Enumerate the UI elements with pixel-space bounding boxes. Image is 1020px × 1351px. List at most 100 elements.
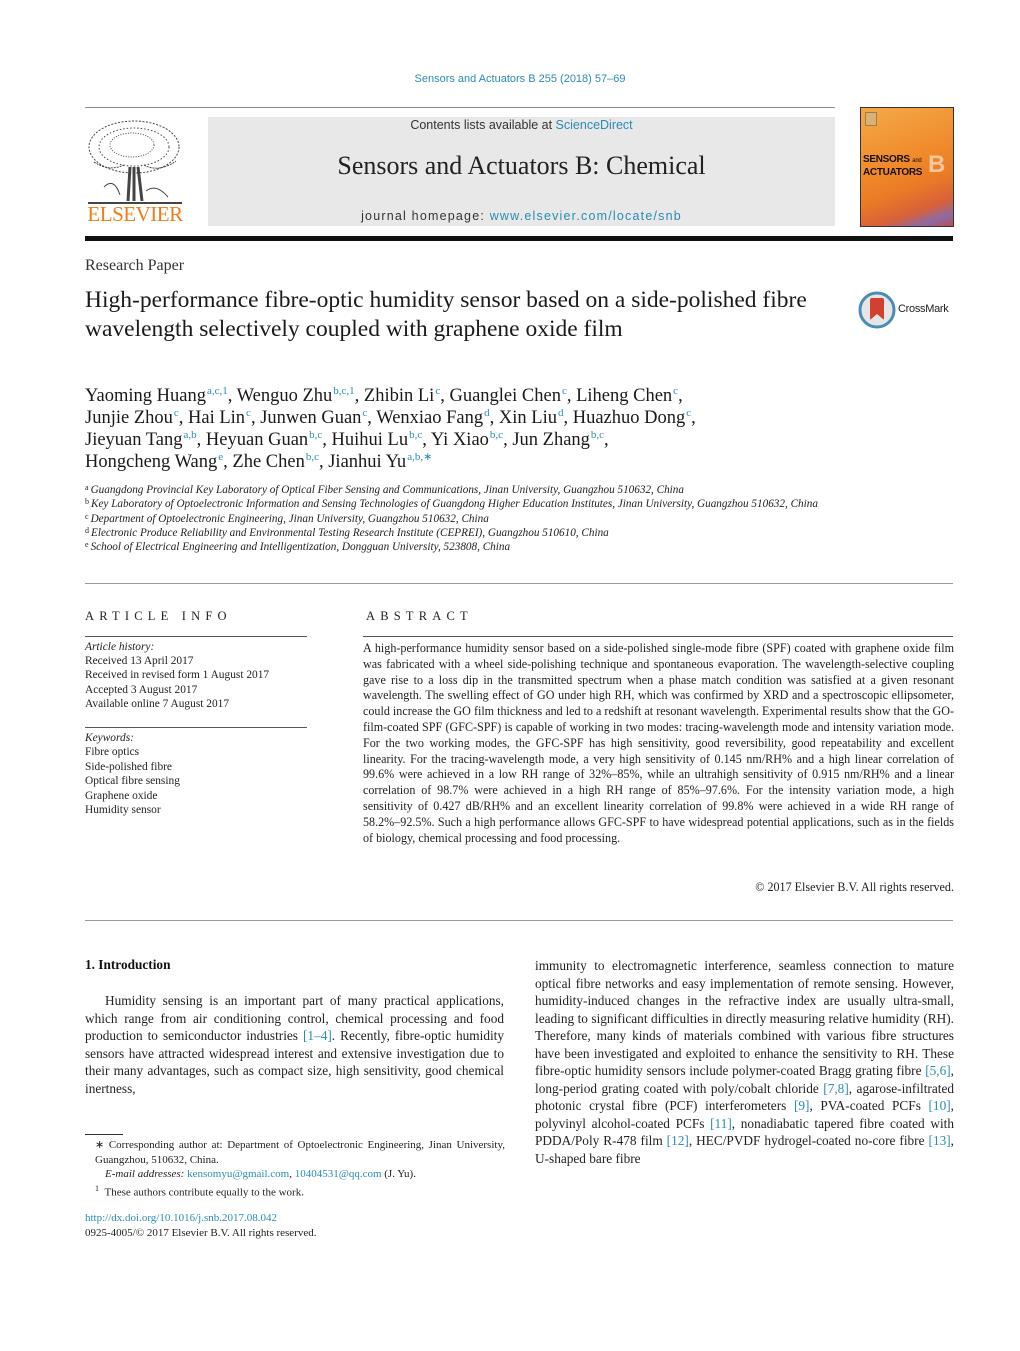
- author-list: Yaoming Huanga,c,1, Wenguo Zhub,c,1, Zhi…: [85, 385, 696, 473]
- header-thick-divider: [85, 236, 953, 241]
- affiliation-marker[interactable]: a,b,∗: [407, 451, 432, 463]
- elsevier-logo[interactable]: ELSEVIER: [84, 117, 186, 227]
- citation-link[interactable]: [12]: [667, 1133, 689, 1148]
- email-link-2[interactable]: 10404531@qq.com: [295, 1168, 382, 1180]
- author-name[interactable]: Jieyuan Tanga,b: [85, 429, 197, 451]
- author-name[interactable]: Jun Zhangb,c: [512, 429, 604, 451]
- author-name[interactable]: Hongcheng Wange: [85, 451, 223, 473]
- contents-prefix: Contents lists available at: [410, 118, 556, 132]
- crossmark-button[interactable]: CrossMark: [858, 290, 958, 330]
- affiliation-item: d Electronic Produce Reliability and Envi…: [85, 525, 609, 539]
- affiliation-marker[interactable]: b,c: [409, 429, 422, 441]
- cover-letter: B: [928, 151, 946, 178]
- author-name[interactable]: Zhibin Lic: [364, 385, 440, 407]
- citation-link[interactable]: [1–4]: [303, 1028, 332, 1043]
- affiliation-marker[interactable]: c: [362, 407, 367, 419]
- author-name[interactable]: Guanglei Chenc: [449, 385, 567, 407]
- affiliation-marker[interactable]: b,c: [306, 451, 319, 463]
- affiliation-item: c Department of Optoelectronic Engineerin…: [85, 511, 489, 525]
- history-item: Received 13 April 2017: [85, 655, 194, 668]
- affiliation-marker[interactable]: e: [218, 451, 223, 463]
- abstract-text: A high-performance humidity sensor based…: [363, 641, 954, 845]
- section-heading-introduction: 1. Introduction: [85, 957, 171, 972]
- citation-link[interactable]: [9]: [794, 1098, 810, 1113]
- journal-citation-link[interactable]: Sensors and Actuators B 255 (2018) 57–69: [0, 73, 1020, 85]
- cover-publisher-icon: [865, 112, 877, 126]
- citation-link[interactable]: [7,8]: [823, 1081, 848, 1096]
- homepage-prefix: journal homepage:: [361, 209, 490, 223]
- author-name[interactable]: Jianhui Yua,b,∗: [328, 451, 432, 473]
- keyword-item[interactable]: Optical fibre sensing: [85, 774, 180, 788]
- article-history: Article history: Received 13 April 2017 R…: [85, 640, 269, 711]
- affiliation-marker[interactable]: c: [435, 385, 440, 397]
- crossmark-label: CrossMark: [898, 303, 949, 315]
- citation-link[interactable]: [11]: [710, 1116, 732, 1131]
- keyword-item[interactable]: Side-polished fibre: [85, 760, 180, 774]
- homepage-line: journal homepage: www.elsevier.com/locat…: [208, 209, 835, 223]
- author-name[interactable]: Yaoming Huanga,c,1: [85, 385, 228, 407]
- header-divider: [85, 107, 835, 108]
- keyword-item[interactable]: Humidity sensor: [85, 803, 180, 817]
- author-name[interactable]: Huihui Lub,c: [332, 429, 423, 451]
- affiliation-marker[interactable]: c: [174, 407, 179, 419]
- author-name[interactable]: Yi Xiaob,c: [431, 429, 503, 451]
- author-name[interactable]: Hai Linc: [188, 407, 251, 429]
- journal-cover-image[interactable]: SENSORS and ACTUATORS B: [860, 107, 954, 227]
- journal-homepage-link[interactable]: www.elsevier.com/locate/snb: [490, 209, 682, 223]
- footnote-divider: [85, 1134, 123, 1135]
- article-info-heading: ARTICLE INFO: [85, 609, 232, 623]
- section-divider: [85, 583, 953, 584]
- citation-link[interactable]: [13]: [929, 1133, 951, 1148]
- email-suffix: (J. Yu).: [381, 1168, 416, 1180]
- keywords: Keywords: Fibre optics Side-polished fibr…: [85, 731, 180, 817]
- email-note: E-mail addresses: kensomyu@gmail.com, 10…: [85, 1167, 505, 1182]
- equal-contribution-note: 1 These authors contribute equally to th…: [85, 1182, 505, 1200]
- abstract-heading: ABSTRACT: [366, 609, 473, 623]
- affiliation-marker[interactable]: a,b: [184, 429, 197, 441]
- author-name[interactable]: Zhe Chenb,c: [232, 451, 319, 473]
- doi-block: http://dx.doi.org/10.1016/j.snb.2017.08.…: [85, 1211, 317, 1240]
- article-title: High-performance fibre-optic humidity se…: [85, 287, 807, 342]
- abstract-copyright: © 2017 Elsevier B.V. All rights reserved…: [755, 880, 954, 894]
- elsevier-tree-icon: [88, 120, 182, 204]
- author-name[interactable]: Xin Liud: [499, 407, 564, 429]
- keyword-item[interactable]: Graphene oxide: [85, 789, 180, 803]
- affiliation-marker[interactable]: c: [673, 385, 678, 397]
- author-name[interactable]: Huazhuo Dongc: [573, 407, 691, 429]
- affiliation-item: b Key Laboratory of Optoelectronic Inform…: [85, 497, 818, 511]
- affiliation-marker[interactable]: a,c,1: [207, 385, 228, 397]
- sciencedirect-link[interactable]: ScienceDirect: [556, 118, 633, 132]
- abstract-divider: [363, 636, 953, 637]
- keywords-label: Keywords:: [85, 732, 134, 744]
- email-link-1[interactable]: kensomyu@gmail.com: [187, 1168, 289, 1180]
- affiliation-marker[interactable]: c: [686, 407, 691, 419]
- doi-link[interactable]: http://dx.doi.org/10.1016/j.snb.2017.08.…: [85, 1212, 277, 1224]
- author-name[interactable]: Liheng Chenc: [576, 385, 678, 407]
- contents-line: Contents lists available at ScienceDirec…: [208, 118, 835, 132]
- affiliation-marker[interactable]: d: [558, 407, 564, 419]
- author-name[interactable]: Wenxiao Fangd: [376, 407, 490, 429]
- front-matter-divider: [85, 920, 953, 921]
- author-name[interactable]: Junjie Zhouc: [85, 407, 179, 429]
- affiliation-marker[interactable]: b,c,1: [333, 385, 354, 397]
- affiliation-marker[interactable]: c: [246, 407, 251, 419]
- crossmark-icon: [858, 291, 896, 329]
- keywords-divider: [85, 727, 307, 728]
- article-type: Research Paper: [85, 257, 185, 274]
- citation-link[interactable]: [10]: [929, 1098, 951, 1113]
- author-name[interactable]: Wenguo Zhub,c,1: [237, 385, 355, 407]
- affiliation-marker[interactable]: b,c: [591, 429, 604, 441]
- citation-link[interactable]: [5,6]: [925, 1063, 950, 1078]
- body-column-right: immunity to electromagnetic interference…: [535, 958, 955, 1166]
- history-item: Accepted 3 August 2017: [85, 683, 198, 696]
- author-name[interactable]: Heyuan Guanb,c: [206, 429, 322, 451]
- affiliation-marker[interactable]: d: [484, 407, 490, 419]
- author-name[interactable]: Junwen Guanc: [260, 407, 367, 429]
- keyword-item[interactable]: Fibre optics: [85, 745, 180, 759]
- article-info-divider: [85, 636, 307, 637]
- affiliation-marker[interactable]: b,c: [490, 429, 503, 441]
- journal-title: Sensors and Actuators B: Chemical: [337, 151, 706, 180]
- affiliation-marker[interactable]: b,c: [309, 429, 322, 441]
- corresponding-author-note: ∗ Corresponding author at: Department of…: [95, 1139, 505, 1166]
- affiliation-marker[interactable]: c: [562, 385, 567, 397]
